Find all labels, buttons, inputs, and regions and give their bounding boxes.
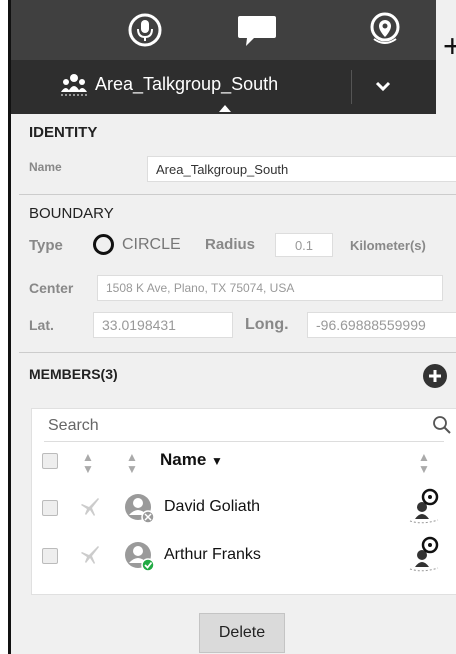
radius-unit: Kilometer(s) bbox=[350, 238, 426, 253]
members-heading: MEMBERS(3) bbox=[29, 366, 118, 382]
row-checkbox[interactable] bbox=[42, 548, 58, 564]
name-label: Name bbox=[29, 160, 62, 174]
name-column-label: Name bbox=[160, 450, 207, 469]
lat-field[interactable]: 33.0198431 bbox=[93, 312, 233, 338]
name-column-header[interactable]: Name ▼ bbox=[160, 450, 223, 470]
member-name: David Goliath bbox=[164, 498, 261, 515]
center-field[interactable]: 1508 K Ave, Plano, TX 75074, USA bbox=[97, 275, 443, 301]
separator bbox=[19, 194, 456, 195]
separator bbox=[19, 352, 456, 353]
delete-button[interactable]: Delete bbox=[199, 613, 285, 653]
add-icon[interactable]: + bbox=[443, 30, 456, 62]
location-marker-icon[interactable] bbox=[408, 535, 444, 578]
members-list: Search ▲▼ ▲▼ Name ▼ ▲▼ David Goliath bbox=[31, 408, 456, 595]
airplane-icon bbox=[78, 495, 102, 524]
center-label: Center bbox=[29, 280, 74, 296]
radius-label: Radius bbox=[205, 236, 256, 253]
talkgroup-name: Area_Talkgroup_South bbox=[95, 74, 279, 94]
name-field[interactable]: Area_Talkgroup_South bbox=[147, 156, 456, 182]
location-marker-icon[interactable] bbox=[408, 487, 444, 530]
long-field[interactable]: -96.69888559999 bbox=[307, 312, 456, 338]
talkgroup-panel: Area_Talkgroup_South + IDENTITY Name Are… bbox=[8, 0, 456, 654]
member-name: Arthur Franks bbox=[164, 546, 261, 563]
chat-bubble-icon[interactable] bbox=[235, 10, 279, 50]
select-all-checkbox[interactable] bbox=[42, 453, 58, 469]
top-toolbar bbox=[11, 0, 436, 60]
airplane-icon bbox=[78, 543, 102, 572]
table-row[interactable]: David Goliath bbox=[32, 485, 456, 529]
radius-field[interactable]: 0.1 bbox=[275, 233, 333, 257]
sort-icon[interactable]: ▲ ▼ bbox=[418, 451, 430, 475]
sort-icon[interactable]: ▲ ▼ bbox=[82, 451, 94, 475]
add-member-icon[interactable] bbox=[423, 364, 447, 388]
identity-heading: IDENTITY bbox=[29, 124, 98, 141]
location-pin-icon[interactable] bbox=[363, 10, 407, 50]
chevron-down-icon[interactable] bbox=[373, 76, 393, 101]
table-row[interactable]: Arthur Franks bbox=[32, 533, 456, 577]
type-value: CIRCLE bbox=[122, 236, 181, 253]
search-icon[interactable] bbox=[432, 415, 452, 440]
search-placeholder: Search bbox=[48, 417, 99, 434]
sort-icon[interactable]: ▲ ▼ bbox=[126, 451, 138, 475]
divider bbox=[351, 70, 352, 104]
search-input[interactable]: Search bbox=[44, 413, 451, 442]
caret-down-icon: ▼ bbox=[211, 454, 223, 468]
long-label: Long. bbox=[245, 316, 289, 333]
row-checkbox[interactable] bbox=[42, 500, 58, 516]
avatar bbox=[122, 539, 156, 578]
boundary-heading: BOUNDARY bbox=[29, 205, 114, 222]
lat-label: Lat. bbox=[29, 317, 54, 333]
microphone-icon[interactable] bbox=[123, 10, 167, 50]
talkgroup-selector[interactable]: Area_Talkgroup_South bbox=[11, 60, 436, 114]
circle-radio-icon[interactable] bbox=[93, 234, 114, 255]
avatar bbox=[122, 491, 156, 530]
talkgroup-icon bbox=[59, 72, 89, 103]
type-label: Type bbox=[29, 237, 63, 254]
caret-up-icon bbox=[219, 105, 231, 112]
